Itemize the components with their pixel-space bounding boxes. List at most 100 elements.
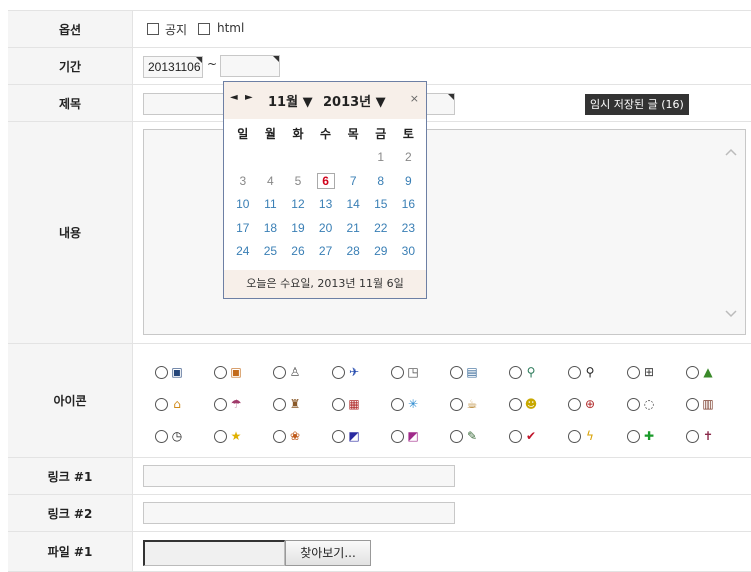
icon-radio[interactable] xyxy=(214,397,227,411)
icon-label: 아이콘 xyxy=(8,344,133,457)
snowflake-icon: ✳ xyxy=(407,397,419,411)
umbrella-icon: ☂ xyxy=(230,397,242,411)
link2-input[interactable] xyxy=(143,502,455,524)
file1-path-field[interactable] xyxy=(143,540,285,566)
calendar-week-row: 12 xyxy=(229,146,422,170)
prev-month-arrow-icon[interactable]: ◄ xyxy=(230,92,238,103)
end-date-input[interactable] xyxy=(220,55,280,77)
weekday-row: 일월 화 수목 금토 xyxy=(229,122,422,146)
calendar-day[interactable]: 1 xyxy=(367,150,395,164)
calendar-day[interactable]: 29 xyxy=(367,244,395,258)
icon-radio[interactable] xyxy=(332,429,345,443)
icon-radio[interactable] xyxy=(627,397,640,411)
icon-radio[interactable] xyxy=(273,397,286,411)
icon-radio[interactable] xyxy=(273,365,286,379)
calendar-day[interactable]: 26 xyxy=(284,244,312,258)
icon-radio[interactable] xyxy=(155,365,168,379)
notice-checkbox[interactable] xyxy=(147,23,159,35)
calendar-day[interactable]: 17 xyxy=(229,221,257,235)
browse-button[interactable]: 찾아보기... xyxy=(285,540,371,566)
calendar-day[interactable]: 12 xyxy=(284,197,312,211)
calendar-day[interactable]: 9 xyxy=(395,174,423,188)
icon-radio[interactable] xyxy=(627,429,640,443)
calendar-today[interactable]: 6 xyxy=(312,172,340,189)
icon-radio[interactable] xyxy=(155,397,168,411)
calendar-day[interactable]: 24 xyxy=(229,244,257,258)
icon-radio[interactable] xyxy=(391,365,404,379)
start-date-input[interactable]: 20131106 xyxy=(143,56,203,78)
weekday-label: 월 xyxy=(264,127,276,142)
square-blue-icon: ◩ xyxy=(348,429,360,443)
calendar-day[interactable]: 11 xyxy=(257,197,285,211)
file1-label: 파일 #1 xyxy=(8,532,133,571)
link1-input[interactable] xyxy=(143,465,455,487)
content-label: 내용 xyxy=(8,122,133,343)
icon-row: ◷ ★ ❀ ◩ ◩ ✎ ✔ ϟ ✚ ✝ xyxy=(155,420,745,452)
icon-radio[interactable] xyxy=(509,429,522,443)
row-file1: 파일 #1 찾아보기... xyxy=(8,532,751,572)
calendar-day[interactable]: 22 xyxy=(367,221,395,235)
icon-radio[interactable] xyxy=(568,429,581,443)
calendar-day[interactable]: 8 xyxy=(367,174,395,188)
calendar-day[interactable]: 23 xyxy=(395,221,423,235)
calendar-day[interactable]: 28 xyxy=(339,244,367,258)
temp-saved-tooltip[interactable]: 임시 저장된 글 (16) xyxy=(585,94,689,115)
scroll-down-icon[interactable] xyxy=(725,310,737,318)
icon-radio[interactable] xyxy=(568,365,581,379)
calendar-day[interactable]: 2 xyxy=(395,150,423,164)
icon-radio[interactable] xyxy=(509,397,522,411)
calendar-day[interactable]: 7 xyxy=(339,174,367,188)
calendar-day[interactable]: 19 xyxy=(284,221,312,235)
year-select[interactable]: 2013년 ▼ xyxy=(323,91,386,110)
calendar-day[interactable]: 10 xyxy=(229,197,257,211)
icon-radio[interactable] xyxy=(509,365,522,379)
calendar-day[interactable]: 14 xyxy=(339,197,367,211)
close-icon[interactable]: × xyxy=(410,92,419,105)
coffee-icon: ☕ xyxy=(466,397,478,411)
calendar-day[interactable]: 18 xyxy=(257,221,285,235)
icon-radio[interactable] xyxy=(214,365,227,379)
html-label: html xyxy=(217,21,245,35)
icon-radio[interactable] xyxy=(332,365,345,379)
icon-radio[interactable] xyxy=(450,429,463,443)
weekday-label: 금 xyxy=(375,127,387,142)
magnifier-black-icon: ⚲ xyxy=(585,365,595,379)
calendar-day[interactable]: 30 xyxy=(395,244,423,258)
row-link2: 링크 #2 xyxy=(8,495,751,532)
calendar-day[interactable]: 13 xyxy=(312,197,340,211)
next-month-arrow-icon[interactable]: ► xyxy=(245,92,253,103)
calendar-day[interactable]: 5 xyxy=(284,174,312,188)
start-date-value: 20131106 xyxy=(148,60,201,74)
icon-radio[interactable] xyxy=(450,365,463,379)
icon-radio[interactable] xyxy=(391,397,404,411)
star-icon: ★ xyxy=(230,429,242,443)
html-checkbox[interactable] xyxy=(198,23,210,35)
icon-radio[interactable] xyxy=(214,429,227,443)
calendar-day[interactable]: 16 xyxy=(395,197,423,211)
icon-radio[interactable] xyxy=(450,397,463,411)
calendar-day[interactable]: 20 xyxy=(312,221,340,235)
scroll-up-icon[interactable] xyxy=(725,148,737,156)
house-icon: ⌂ xyxy=(173,397,181,411)
calendar-day[interactable]: 25 xyxy=(257,244,285,258)
icon-radio[interactable] xyxy=(686,397,699,411)
link2-label: 링크 #2 xyxy=(8,495,133,531)
calendar-day[interactable]: 21 xyxy=(339,221,367,235)
calendar-day[interactable]: 15 xyxy=(367,197,395,211)
stamp-icon: ♙ xyxy=(289,365,301,379)
icon-row: ▣ ▣ ♙ ✈ ◳ ▤ ⚲ ⚲ ⊞ ▲ xyxy=(155,356,745,388)
calendar-day[interactable]: 3 xyxy=(229,174,257,188)
icon-radio[interactable] xyxy=(332,397,345,411)
icon-radio[interactable] xyxy=(391,429,404,443)
month-select[interactable]: 11월 ▼ xyxy=(268,91,313,110)
calendar-day[interactable]: 27 xyxy=(312,244,340,258)
date-picker-corner-icon xyxy=(196,57,202,63)
date-picker-corner-icon xyxy=(273,56,279,62)
icon-radio[interactable] xyxy=(686,429,699,443)
calendar-day[interactable]: 4 xyxy=(257,174,285,188)
icon-radio[interactable] xyxy=(273,429,286,443)
icon-radio[interactable] xyxy=(568,397,581,411)
icon-radio[interactable] xyxy=(155,429,168,443)
icon-radio[interactable] xyxy=(686,365,699,379)
icon-radio[interactable] xyxy=(627,365,640,379)
